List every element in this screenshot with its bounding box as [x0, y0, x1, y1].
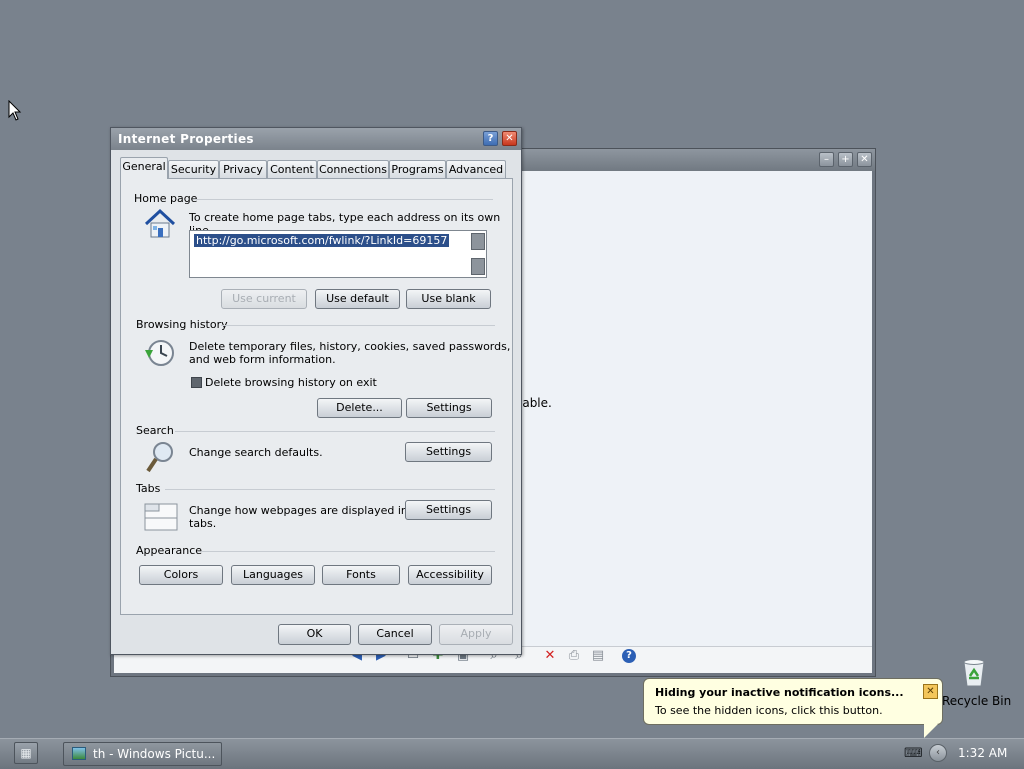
balloon-close-button[interactable]: ✕	[923, 684, 938, 699]
picture-viewer-icon	[72, 747, 86, 760]
use-current-button[interactable]: Use current	[221, 289, 307, 309]
scrollbar-down[interactable]	[471, 258, 485, 275]
recycle-bin-label: Recycle Bin	[942, 694, 1012, 708]
start-button[interactable]: ▦	[14, 742, 38, 764]
recycle-bin-icon[interactable]	[958, 656, 990, 688]
ok-button[interactable]: OK	[278, 624, 351, 645]
internet-properties-dialog: Internet Properties ? ✕ General Security…	[110, 127, 522, 655]
home-page-url-value: http://go.microsoft.com/fwlink/?LinkId=6…	[194, 234, 450, 247]
separator	[175, 431, 495, 432]
appearance-heading: Appearance	[136, 544, 203, 557]
separator	[193, 199, 493, 200]
minimize-button[interactable]: –	[819, 152, 834, 167]
browsing-history-description-line1: Delete temporary files, history, cookies…	[189, 340, 511, 353]
tab-connections[interactable]: Connections	[317, 160, 389, 178]
history-clock-icon	[145, 340, 174, 366]
tabs-description-line2: tabs.	[189, 517, 217, 530]
tab-advanced[interactable]: Advanced	[446, 160, 506, 178]
notification-balloon: Hiding your inactive notification icons.…	[643, 678, 943, 725]
tab-content[interactable]: Content	[267, 160, 317, 178]
languages-button[interactable]: Languages	[231, 565, 315, 585]
dialog-title: Internet Properties	[118, 132, 254, 146]
copy-to-icon[interactable]: ▤	[590, 648, 606, 664]
tab-general[interactable]: General	[120, 157, 168, 179]
dialog-help-button[interactable]: ?	[483, 131, 498, 146]
start-grid-icon: ▦	[20, 746, 32, 760]
history-settings-button[interactable]: Settings	[406, 398, 492, 418]
tabs-settings-button[interactable]: Settings	[405, 500, 492, 520]
search-magnifier-icon	[146, 442, 173, 473]
balloon-text: To see the hidden icons, click this butt…	[655, 704, 883, 717]
browsing-history-heading: Browsing history	[136, 318, 228, 331]
maximize-button[interactable]: +	[838, 152, 853, 167]
fonts-button[interactable]: Fonts	[322, 565, 400, 585]
tabs-description-line1: Change how webpages are displayed in	[189, 504, 408, 517]
separator	[165, 489, 495, 490]
tabs-heading: Tabs	[136, 482, 161, 495]
print-icon[interactable]: ⎙	[566, 648, 582, 664]
use-blank-button[interactable]: Use blank	[406, 289, 491, 309]
home-icon	[144, 208, 176, 238]
balloon-pointer	[924, 724, 938, 738]
delete-icon[interactable]: ✕	[542, 648, 558, 664]
separator	[201, 551, 495, 552]
help-icon[interactable]: ?	[622, 649, 636, 663]
tab-security[interactable]: Security	[168, 160, 219, 178]
delete-history-on-exit-label: Delete browsing history on exit	[205, 376, 377, 389]
tab-programs[interactable]: Programs	[389, 160, 446, 178]
use-default-button[interactable]: Use default	[315, 289, 400, 309]
home-page-heading: Home page	[134, 192, 198, 205]
balloon-title: Hiding your inactive notification icons.…	[655, 686, 904, 699]
accessibility-button[interactable]: Accessibility	[408, 565, 492, 585]
home-page-url-textarea[interactable]: http://go.microsoft.com/fwlink/?LinkId=6…	[189, 230, 487, 278]
close-button[interactable]: ✕	[857, 152, 872, 167]
taskbar-item-label: th - Windows Pictu...	[93, 747, 216, 761]
scrollbar-up[interactable]	[471, 233, 485, 250]
tab-privacy[interactable]: Privacy	[219, 160, 267, 178]
background-window-text: lable.	[519, 396, 552, 410]
keyboard-tray-icon[interactable]: ⌨	[904, 746, 923, 761]
browsing-history-description-line2: and web form information.	[189, 353, 336, 366]
search-heading: Search	[136, 424, 174, 437]
dialog-close-button[interactable]: ✕	[502, 131, 517, 146]
search-settings-button[interactable]: Settings	[405, 442, 492, 462]
colors-button[interactable]: Colors	[139, 565, 223, 585]
delete-history-button[interactable]: Delete...	[317, 398, 402, 418]
cancel-button[interactable]: Cancel	[358, 624, 432, 645]
dialog-titlebar: Internet Properties ? ✕	[111, 128, 521, 150]
apply-button[interactable]: Apply	[439, 624, 513, 645]
search-description: Change search defaults.	[189, 446, 323, 459]
tabs-icon	[144, 503, 178, 531]
separator	[221, 325, 495, 326]
mouse-cursor-icon	[8, 100, 22, 121]
taskbar-clock[interactable]: 1:32 AM	[958, 746, 1007, 760]
delete-history-on-exit-checkbox[interactable]	[191, 377, 202, 388]
taskbar-item-windows-picture-viewer[interactable]: th - Windows Pictu...	[63, 742, 222, 766]
show-hidden-icons-button[interactable]: ‹	[929, 744, 947, 762]
